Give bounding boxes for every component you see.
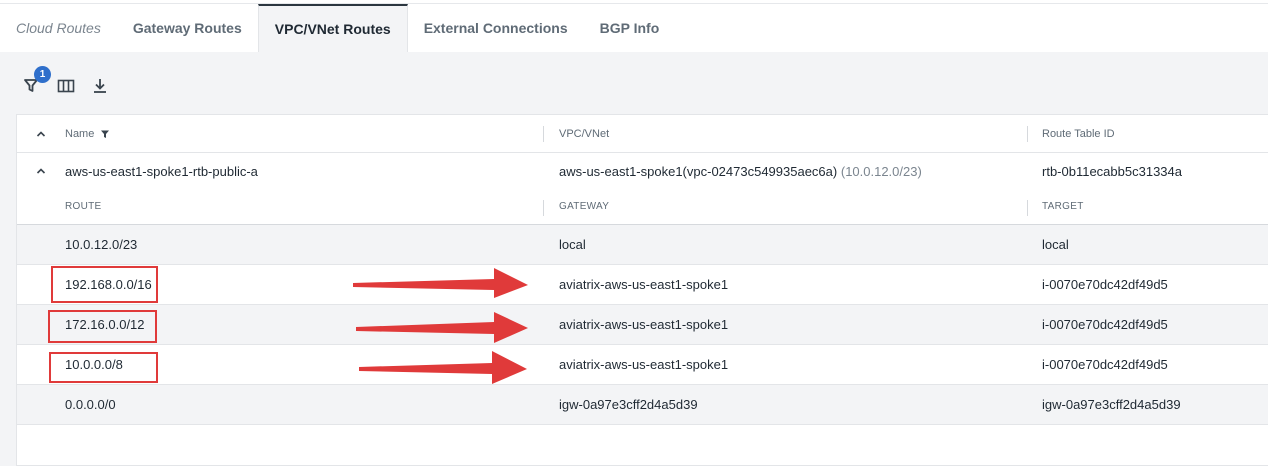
highlight-box — [48, 310, 157, 343]
routes-table: Name VPC/VNet Route Table ID aws-us-east… — [16, 114, 1268, 466]
column-header-route-table-id[interactable]: Route Table ID — [1042, 128, 1115, 140]
column-header-label: VPC/VNet — [559, 127, 610, 140]
column-header-label: Name — [65, 127, 95, 140]
gateway-cell: igw-0a97e3cff2d4a5d39 — [559, 397, 698, 412]
target-cell: i-0070e70dc42df49d5 — [1042, 357, 1168, 372]
table-row[interactable]: 0.0.0.0/0 igw-0a97e3cff2d4a5d39 igw-0a97… — [17, 385, 1268, 425]
column-divider — [543, 126, 544, 142]
highlight-box — [51, 266, 158, 303]
tab-vpc-vnet-routes[interactable]: VPC/VNet Routes — [257, 4, 408, 52]
subheader-route: ROUTE — [65, 201, 102, 212]
vpc-name: aws-us-east1-spoke1(vpc-02473c549935aec6… — [559, 163, 838, 179]
target-cell: i-0070e70dc42df49d5 — [1042, 317, 1168, 332]
subheader-target: TARGET — [1042, 201, 1084, 212]
route-table-name: aws-us-east1-spoke1-rtb-public-a — [65, 163, 258, 179]
chevron-up-icon[interactable] — [35, 128, 47, 140]
gateway-cell: local — [559, 237, 586, 252]
tab-gateway-routes[interactable]: Gateway Routes — [117, 4, 258, 52]
route-cell: 0.0.0.0/0 — [65, 397, 116, 412]
filter-count-badge: 1 — [34, 66, 51, 83]
vpc-cidr: (10.0.12.0/23) — [840, 163, 922, 179]
table-header: Name VPC/VNet Route Table ID — [17, 115, 1268, 153]
columns-icon — [57, 79, 75, 93]
table-row[interactable]: 172.16.0.0/12 aviatrix-aws-us-east1-spok… — [17, 305, 1268, 345]
columns-button[interactable] — [56, 76, 76, 96]
gateway-cell: aviatrix-aws-us-east1-spoke1 — [559, 277, 729, 292]
tab-cloud-routes[interactable]: Cloud Routes — [0, 4, 117, 52]
target-cell: i-0070e70dc42df49d5 — [1042, 277, 1168, 292]
route-cell: 10.0.12.0/23 — [65, 237, 138, 252]
column-header-name[interactable]: Name — [65, 128, 110, 140]
routes-content: 1 Name VPC/VNet Route Table ID aws-us-ea… — [0, 52, 1268, 466]
tab-bar: Cloud Routes Gateway Routes VPC/VNet Rou… — [0, 4, 1268, 52]
target-cell: igw-0a97e3cff2d4a5d39 — [1042, 397, 1181, 412]
table-row[interactable]: 192.168.0.0/16 aviatrix-aws-us-east1-spo… — [17, 265, 1268, 305]
target-cell: local — [1042, 237, 1069, 252]
route-table-id: rtb-0b11ecabb5c31334a — [1042, 163, 1182, 179]
chevron-up-icon[interactable] — [35, 165, 47, 177]
column-divider — [543, 200, 544, 216]
highlight-box — [49, 352, 158, 383]
column-header-label: Route Table ID — [1042, 127, 1115, 140]
column-header-vpc[interactable]: VPC/VNet — [559, 128, 609, 140]
tab-external-connections[interactable]: External Connections — [408, 4, 584, 52]
vpc-cell: aws-us-east1-spoke1(vpc-02473c549935aec6… — [559, 164, 922, 179]
gateway-cell: aviatrix-aws-us-east1-spoke1 — [559, 317, 729, 332]
filter-button[interactable]: 1 — [22, 66, 51, 96]
route-subheader: ROUTE GATEWAY TARGET — [17, 189, 1268, 225]
table-toolbar: 1 — [22, 66, 110, 96]
filter-icon[interactable] — [100, 129, 110, 139]
gateway-cell: aviatrix-aws-us-east1-spoke1 — [559, 357, 729, 372]
table-row[interactable]: 10.0.0.0/8 aviatrix-aws-us-east1-spoke1 … — [17, 345, 1268, 385]
download-button[interactable] — [90, 76, 110, 96]
subheader-gateway: GATEWAY — [559, 201, 610, 212]
column-divider — [1027, 126, 1028, 142]
route-table-group-row[interactable]: aws-us-east1-spoke1-rtb-public-a aws-us-… — [17, 153, 1268, 189]
tab-bgp-info[interactable]: BGP Info — [584, 4, 676, 52]
download-icon — [94, 79, 106, 93]
table-row[interactable]: 10.0.12.0/23 local local — [17, 225, 1268, 265]
column-divider — [1027, 200, 1028, 216]
